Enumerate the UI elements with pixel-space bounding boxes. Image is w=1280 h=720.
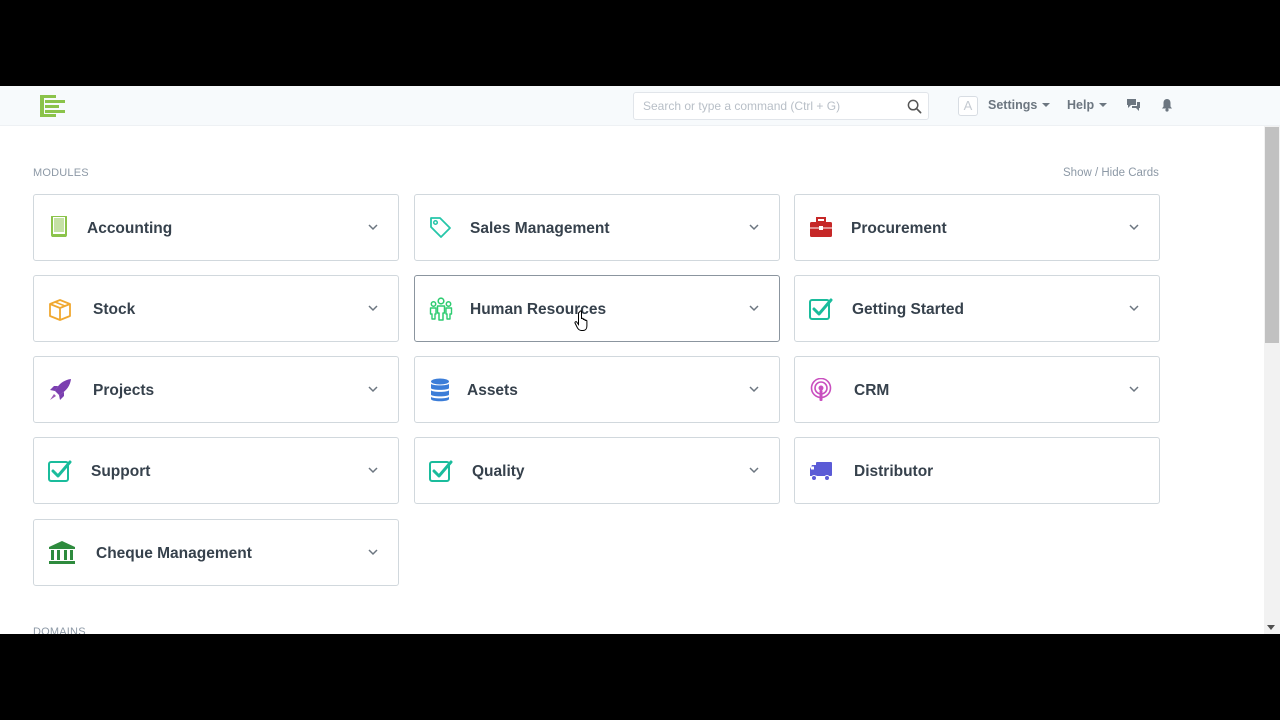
module-card-accounting[interactable]: Accounting [33,194,399,261]
module-label: Cheque Management [96,545,252,562]
module-card-stock[interactable]: Stock [33,275,399,342]
module-card-human-resources[interactable]: Human Resources [414,275,780,342]
module-card-getting-started[interactable]: Getting Started [794,275,1160,342]
book-icon [51,216,67,237]
briefcase-icon [810,217,832,237]
settings-menu[interactable]: Settings [988,98,1051,112]
show-hide-cards-link[interactable]: Show / Hide Cards [1063,167,1159,179]
chevron-down-icon[interactable] [368,467,378,474]
database-icon [431,378,449,402]
module-label: Stock [93,301,136,318]
people-icon [429,297,453,321]
module-label: Support [91,463,151,480]
checkbox-icon [48,460,72,482]
scrollbar-thumb[interactable] [1265,127,1279,343]
checkbox-icon [809,298,833,320]
module-card-quality[interactable]: Quality [414,437,780,504]
chevron-down-icon[interactable] [368,224,378,231]
user-avatar[interactable]: A [958,96,978,116]
top-navbar: A Settings Help [0,86,1280,126]
chevron-down-icon[interactable] [368,386,378,393]
hand-pointer-cursor-icon [574,310,588,331]
module-label: Procurement [851,220,947,237]
module-card-procurement[interactable]: Procurement [794,194,1160,261]
module-label: Accounting [87,220,173,237]
module-card-crm[interactable]: CRM [794,356,1160,423]
domains-section-title: DOMAINS [33,626,86,634]
module-label: CRM [854,382,890,399]
app-window: A Settings Help MODULES Show / Hide Card… [0,86,1280,634]
broadcast-icon [810,378,832,401]
chevron-down-icon[interactable] [749,467,759,474]
module-card-projects[interactable]: Projects [33,356,399,423]
page-scrollbar[interactable] [1264,126,1280,634]
module-card-assets[interactable]: Assets [414,356,780,423]
search-icon[interactable] [907,99,922,114]
box-icon [49,299,71,321]
module-card-sales-management[interactable]: Sales Management [414,194,780,261]
chevron-down-icon[interactable] [1129,224,1139,231]
rocket-icon [50,379,71,400]
chevron-down-icon[interactable] [368,305,378,312]
settings-label: Settings [988,98,1038,112]
module-label: Getting Started [852,301,964,318]
module-label: Quality [472,463,525,480]
awesomebar-search[interactable] [633,92,929,120]
help-menu[interactable]: Help [1067,98,1108,112]
module-card-distributor[interactable]: Distributor [794,437,1160,504]
help-label: Help [1067,98,1095,112]
chevron-down-icon[interactable] [749,386,759,393]
search-input[interactable] [634,93,902,119]
chevron-down-icon[interactable] [1129,386,1139,393]
modules-section-title: MODULES [33,167,89,179]
chevron-down-icon[interactable] [749,224,759,231]
module-label: Assets [467,382,518,399]
chevron-down-icon[interactable] [368,549,378,556]
bank-icon [49,541,75,564]
module-label: Projects [93,382,155,399]
module-label: Sales Management [470,220,610,237]
chat-icon[interactable] [1126,98,1141,112]
caret-down-icon [1042,103,1051,107]
module-card-cheque-management[interactable]: Cheque Management [33,519,399,586]
app-logo-icon[interactable] [40,95,66,117]
tag-icon [430,217,451,238]
chevron-down-icon[interactable] [749,305,759,312]
scroll-down-arrow-icon[interactable] [1267,625,1275,630]
checkbox-icon [429,460,453,482]
module-card-support[interactable]: Support [33,437,399,504]
caret-down-icon [1099,103,1108,107]
module-label: Distributor [854,463,934,480]
chevron-down-icon[interactable] [1129,305,1139,312]
truck-icon [810,462,832,481]
notification-bell-icon[interactable] [1161,98,1173,112]
